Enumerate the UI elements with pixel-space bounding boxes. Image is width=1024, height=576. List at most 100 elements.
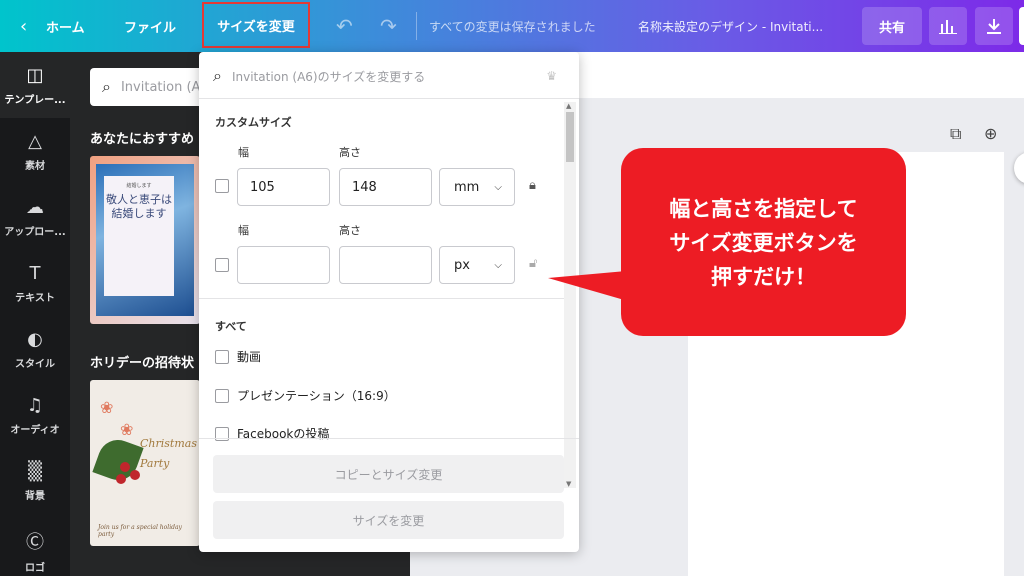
undo-icon[interactable]: ↶ <box>336 0 353 52</box>
sidebar-item-label: 背景 <box>25 490 45 502</box>
checkbox[interactable] <box>215 349 229 364</box>
sidebar-item-text[interactable]: T テキスト <box>0 250 70 316</box>
width-input[interactable]: 105 <box>237 168 330 206</box>
more-button[interactable] <box>1019 7 1024 45</box>
scrollbar-thumb[interactable] <box>566 112 574 162</box>
chevron-down-icon: ⌵ <box>494 259 502 271</box>
height-input[interactable]: 148 <box>339 168 432 206</box>
size-option-video[interactable]: 動画 <box>215 348 261 365</box>
download-icon <box>987 19 1001 34</box>
divider <box>199 298 564 299</box>
sidebar-item-label: オーディオ <box>10 424 60 436</box>
logo-icon: Ⓒ <box>26 532 44 553</box>
annotation-callout: 幅と高さを指定して サイズ変更ボタンを 押すだけ！ <box>621 148 906 336</box>
redo-icon[interactable]: ↷ <box>380 0 397 52</box>
top-bar: ‹ ホーム ファイル サイズを変更 ↶ ↷ すべての変更は保存されました 名称未… <box>0 0 1024 52</box>
berry <box>120 462 130 472</box>
bar-chart-icon <box>939 20 957 34</box>
custom-size-checkbox[interactable] <box>215 179 229 193</box>
template-icon: ◫ <box>26 64 44 86</box>
option-label: プレゼンテーション（16:9） <box>237 389 396 403</box>
card-bottom-text: Join us for a special holiday party <box>98 524 182 538</box>
palette-icon: ◐ <box>27 328 43 350</box>
scroll-down-icon[interactable]: ▼ <box>566 480 571 488</box>
add-page-icon[interactable]: ⊕ <box>984 124 997 143</box>
resize-search-placeholder: Invitation (A6)のサイズを変更する <box>231 69 426 84</box>
upload-icon: ☁ <box>26 196 44 218</box>
lock-icon[interactable]: 🔒︎ <box>529 178 536 193</box>
file-menu[interactable]: ファイル <box>124 0 176 52</box>
invitation-card: 結婚します 敬人と恵子は結婚します <box>104 176 174 296</box>
template-thumbnail[interactable]: 結婚します 敬人と恵子は結婚します <box>90 156 200 324</box>
duplicate-page-icon[interactable]: ⧉ <box>950 124 961 144</box>
sidebar-item-audio[interactable]: ♫ オーディオ <box>0 382 70 448</box>
section-title-recommended: あなたにおすすめ <box>90 132 195 147</box>
sidebar-item-templates[interactable]: ◫ テンプレー... <box>0 52 70 118</box>
search-icon: ⌕ <box>213 66 222 85</box>
text-icon: T <box>29 262 41 284</box>
size-option-presentation[interactable]: プレゼンテーション（16:9） <box>215 387 396 404</box>
berry <box>130 470 140 480</box>
all-sizes-heading: すべて <box>215 320 247 333</box>
size-option-facebook-post[interactable]: Facebookの投稿 <box>215 425 329 442</box>
sidebar-item-styles[interactable]: ◐ スタイル <box>0 316 70 382</box>
sidebar-item-background[interactable]: ▒ 背景 <box>0 448 70 514</box>
width-input[interactable] <box>237 246 330 284</box>
resize-confirm-button[interactable]: サイズを変更 <box>213 501 564 539</box>
document-title[interactable]: 名称未設定のデザイン - Invitati... <box>638 0 848 52</box>
callout-line: 押すだけ！ <box>711 265 816 289</box>
berry <box>116 474 126 484</box>
sidebar-item-label: アップロー... <box>4 226 66 238</box>
search-placeholder: Invitation (A <box>120 79 201 95</box>
stats-button[interactable] <box>929 7 967 45</box>
callout-line: 幅と高さを指定して <box>669 197 858 221</box>
sidebar-item-elements[interactable]: △ 素材 <box>0 118 70 184</box>
background-icon: ▒ <box>28 460 42 482</box>
checkbox[interactable] <box>215 388 229 403</box>
callout-line: サイズ変更ボタンを <box>669 231 858 255</box>
unit-select[interactable]: mm ⌵ <box>439 168 515 206</box>
resize-search-input[interactable]: ⌕ Invitation (A6)のサイズを変更する ♛ <box>213 62 565 90</box>
share-button[interactable]: 共有 <box>862 7 922 45</box>
height-label: 高さ <box>339 224 361 237</box>
crown-icon: ♛ <box>546 69 557 83</box>
home-link[interactable]: ホーム <box>46 0 85 52</box>
custom-size-heading: カスタムサイズ <box>215 116 292 129</box>
unit-select[interactable]: px ⌵ <box>439 246 515 284</box>
save-status: すべての変更は保存されました <box>429 19 596 34</box>
divider <box>199 98 579 99</box>
divider <box>199 438 579 439</box>
divider <box>416 12 417 40</box>
flower-icon: ❀ <box>120 420 134 439</box>
width-label: 幅 <box>238 146 249 159</box>
scroll-up-icon[interactable]: ▲ <box>566 102 571 110</box>
section-title-holiday: ホリデーの招待状 <box>90 356 195 371</box>
sidebar-item-logo[interactable]: Ⓒ ロゴ <box>0 518 70 576</box>
sidebar-item-label: 素材 <box>25 160 45 172</box>
height-label: 高さ <box>339 146 361 159</box>
option-label: Facebookの投稿 <box>237 427 330 441</box>
search-icon: ⌕ <box>102 77 111 96</box>
elements-icon: △ <box>28 130 42 152</box>
unlock-icon[interactable]: 🔓︎ <box>529 256 537 271</box>
template-thumbnail[interactable]: ❀ ❀ Christmas Party Join us for a specia… <box>90 380 200 546</box>
left-sidebar: ◫ テンプレー... △ 素材 ☁ アップロー... T テキスト ◐ スタイル… <box>0 52 70 576</box>
copy-and-resize-button[interactable]: コピーとサイズ変更 <box>213 455 564 493</box>
unit-value: px <box>454 257 470 273</box>
download-button[interactable] <box>975 7 1013 45</box>
height-input[interactable] <box>339 246 432 284</box>
chevron-left-icon[interactable]: ‹ <box>20 0 27 52</box>
sidebar-item-label: ロゴ <box>25 563 45 574</box>
card-script-text: Christmas Party <box>140 437 197 470</box>
sidebar-item-label: スタイル <box>15 358 55 370</box>
sidebar-item-label: テキスト <box>15 292 55 304</box>
sidebar-item-label: テンプレー... <box>4 94 66 106</box>
width-label: 幅 <box>238 224 249 237</box>
custom-size-checkbox[interactable] <box>215 258 229 272</box>
option-label: 動画 <box>237 350 262 364</box>
chevron-down-icon: ⌵ <box>494 181 502 193</box>
resize-button[interactable]: サイズを変更 <box>202 2 310 48</box>
sidebar-item-uploads[interactable]: ☁ アップロー... <box>0 184 70 250</box>
unit-value: mm <box>454 179 480 195</box>
card-small-text: 結婚します <box>126 183 152 189</box>
